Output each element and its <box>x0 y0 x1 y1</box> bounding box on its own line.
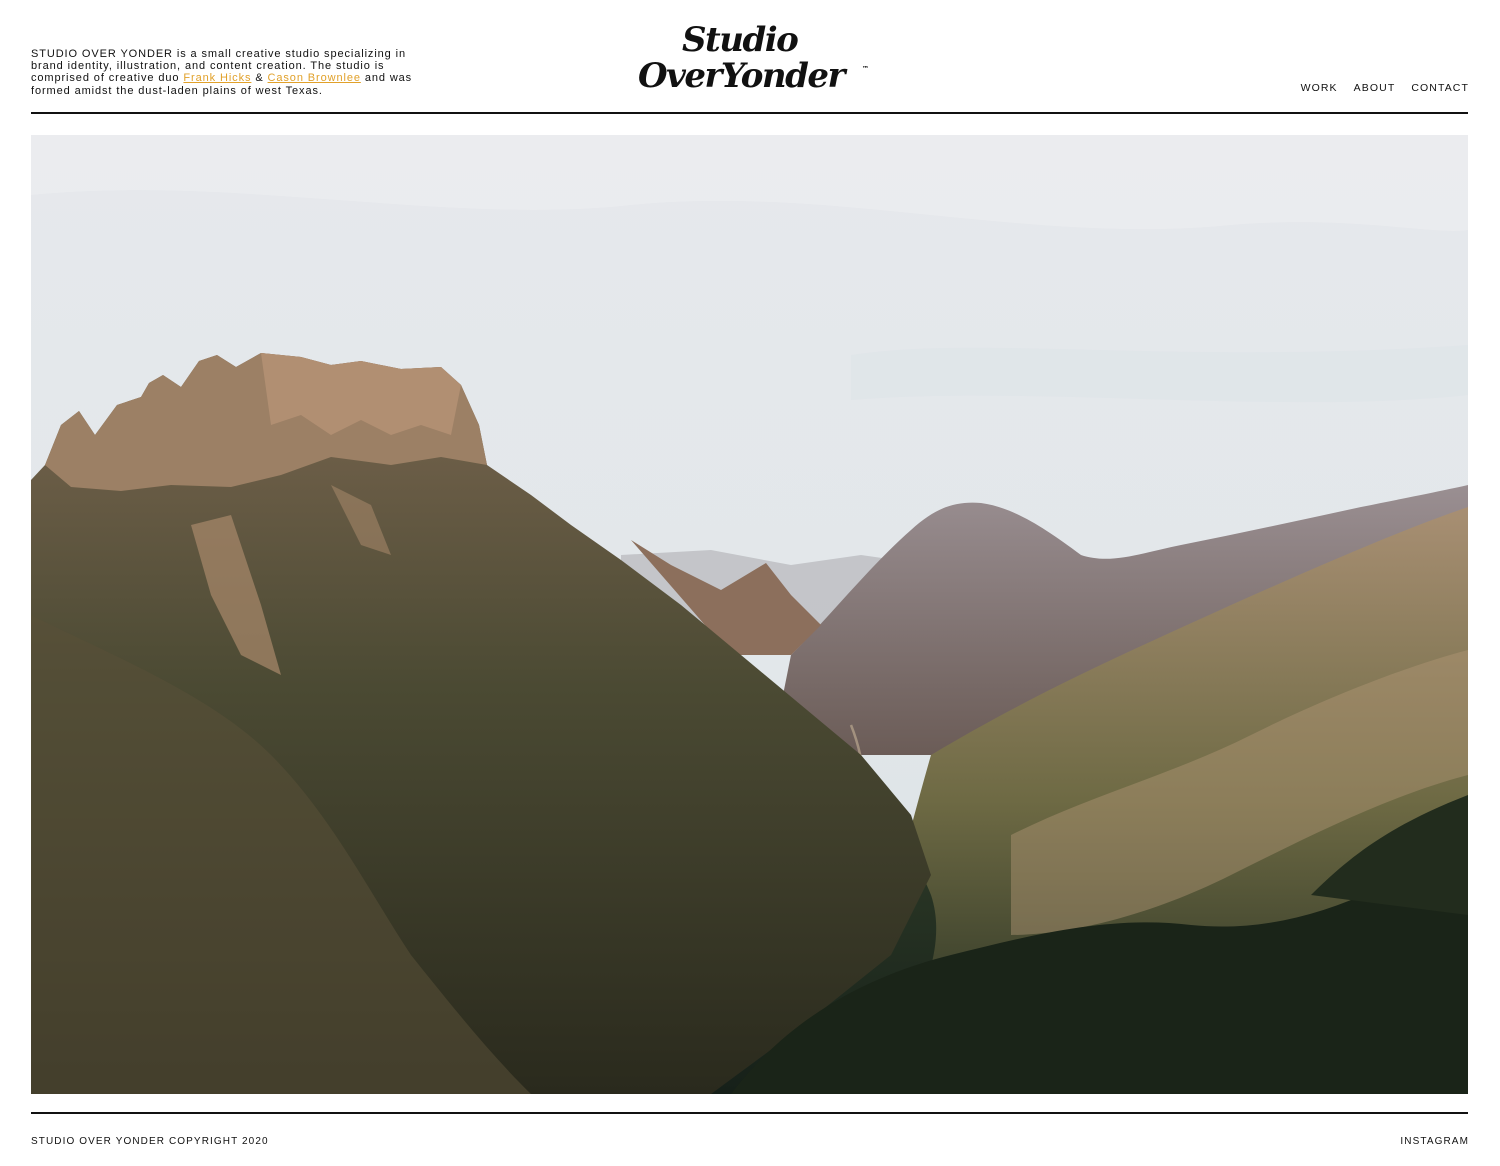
logo-trademark: ™ <box>862 65 869 73</box>
frank-hicks-link[interactable]: Frank Hicks <box>183 72 251 84</box>
hero-landscape-photo <box>31 135 1468 1094</box>
nav-contact[interactable]: CONTACT <box>1411 82 1469 94</box>
logo-line-over-yonder: OverYonder <box>638 56 845 96</box>
intro-conjunction: & <box>251 72 268 85</box>
nav-work[interactable]: WORK <box>1301 82 1338 94</box>
instagram-link[interactable]: INSTAGRAM <box>1400 1136 1469 1147</box>
header-divider <box>31 112 1468 114</box>
studio-intro: STUDIO OVER YONDER is a small creative s… <box>31 48 441 97</box>
footer-divider <box>31 1112 1468 1114</box>
nav-about[interactable]: ABOUT <box>1354 82 1396 94</box>
studio-logo[interactable]: Studio OverYonder ™ <box>636 20 876 100</box>
footer-copyright: STUDIO OVER YONDER COPYRIGHT 2020 <box>31 1136 269 1147</box>
logo-line-studio: Studio <box>682 20 799 60</box>
main-nav: WORK ABOUT CONTACT <box>1301 82 1469 94</box>
cason-brownlee-link[interactable]: Cason Brownlee <box>268 72 361 84</box>
